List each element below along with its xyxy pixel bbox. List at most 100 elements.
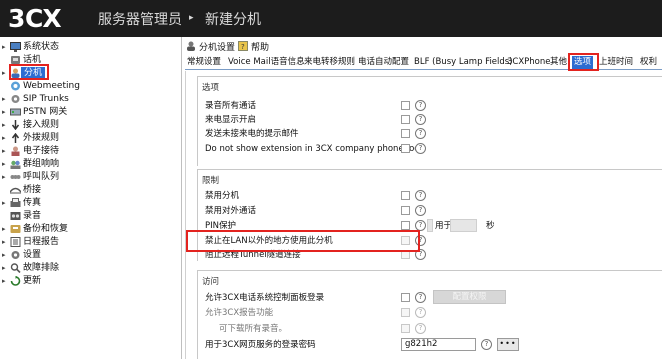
- pin-protection-checkbox[interactable]: [401, 221, 410, 230]
- tab-phone-provisioning[interactable]: 电话自动配置: [358, 56, 409, 69]
- caller-id-checkbox[interactable]: [401, 115, 410, 124]
- expand-arrow-icon[interactable]: ▸: [2, 67, 8, 79]
- help-icon[interactable]: ?: [415, 307, 426, 318]
- inbound-arrow-icon: [11, 120, 20, 130]
- help-icon[interactable]: ?: [415, 292, 426, 303]
- sidebar-item-label: Webmeeting: [23, 81, 80, 91]
- access-label: 可下载所有录音。: [219, 324, 288, 334]
- sidebar-item-webmeeting[interactable]: Webmeeting: [0, 80, 180, 92]
- expand-arrow-icon[interactable]: ▸: [2, 249, 8, 261]
- sidebar-item-label: 录音: [23, 211, 42, 221]
- backup-icon: [10, 225, 21, 233]
- expand-arrow-icon[interactable]: ▸: [2, 93, 8, 105]
- sidebar-item-updates[interactable]: ▸ 更新: [0, 275, 180, 287]
- generate-password-button[interactable]: •••: [497, 338, 519, 351]
- troubleshoot-icon: [10, 263, 21, 273]
- sidebar-item-phones[interactable]: 话机: [0, 54, 180, 66]
- help-icon[interactable]: ?: [415, 323, 426, 334]
- configure-rights-button[interactable]: 配置权限: [433, 290, 506, 304]
- sidebar-item-label: 接入规则: [23, 120, 60, 130]
- help-icon[interactable]: ?: [415, 128, 426, 139]
- missed-call-email-checkbox[interactable]: [401, 129, 410, 138]
- help-icon[interactable]: ?: [415, 143, 426, 154]
- option-record-all-calls: 录音所有通话 ?: [205, 100, 655, 112]
- option-hide-from-phonebook: Do not show extension in 3CX company pho…: [205, 143, 655, 155]
- expand-arrow-icon[interactable]: ▸: [2, 223, 8, 235]
- sidebar-item-bridges[interactable]: 桥接: [0, 184, 180, 196]
- sidebar-item-sip-trunks[interactable]: ▸ SIP Trunks: [0, 93, 180, 105]
- tab-forwarding-rules[interactable]: 来电转移规则: [304, 56, 355, 69]
- download-recordings-checkbox[interactable]: [401, 324, 410, 333]
- reporting-checkbox[interactable]: [401, 308, 410, 317]
- sidebar-item-label: 日程报告: [23, 237, 60, 247]
- sidebar-item-system-status[interactable]: ▸ 系统状态: [0, 41, 180, 53]
- help-icon[interactable]: ?: [415, 114, 426, 125]
- expand-arrow-icon[interactable]: ▸: [2, 145, 8, 157]
- sidebar-item-label: 呼叫队列: [23, 172, 60, 182]
- sidebar-item-extensions[interactable]: ▸ 分机: [0, 67, 180, 79]
- block-tunnel-checkbox[interactable]: [401, 250, 410, 259]
- disable-extension-checkbox[interactable]: [401, 191, 410, 200]
- tab-blf[interactable]: BLF (Busy Lamp Fields): [414, 56, 513, 69]
- help-icon[interactable]: ?: [481, 339, 492, 350]
- tab-other[interactable]: 其他: [550, 56, 567, 69]
- sidebar-item-label: 桥接: [23, 185, 42, 195]
- sidebar-item-outbound-rules[interactable]: ▸ 外拨规则: [0, 132, 180, 144]
- tab-3cxphone[interactable]: 3CXPhone: [507, 56, 551, 69]
- help-icon[interactable]: ?: [415, 205, 426, 216]
- help-icon[interactable]: ?: [415, 249, 426, 260]
- tab-office-hours[interactable]: 上班时间: [599, 56, 633, 69]
- help-icon[interactable]: ?: [415, 235, 426, 246]
- sidebar-item-inbound-rules[interactable]: ▸ 接入规则: [0, 119, 180, 131]
- expand-arrow-icon[interactable]: ▸: [2, 171, 8, 183]
- expand-arrow-icon[interactable]: ▸: [2, 197, 8, 209]
- user-icon: [11, 68, 20, 78]
- expand-arrow-icon[interactable]: ▸: [2, 41, 8, 53]
- record-all-calls-checkbox[interactable]: [401, 101, 410, 110]
- help-icon[interactable]: ?: [415, 190, 426, 201]
- sidebar-item-receptionist[interactable]: ▸ 电子接待: [0, 145, 180, 157]
- expand-arrow-icon[interactable]: ▸: [2, 236, 8, 248]
- management-console-checkbox[interactable]: [401, 293, 410, 302]
- sidebar-item-label: PSTN 网关: [23, 107, 68, 117]
- expand-arrow-icon[interactable]: ▸: [2, 119, 8, 131]
- tab-options[interactable]: 选项: [572, 56, 594, 69]
- sidebar-item-label: 话机: [23, 55, 42, 65]
- tab-voicemail[interactable]: Voice Mail语音信息: [228, 56, 305, 69]
- lan-only-checkbox[interactable]: [401, 236, 410, 245]
- help-icon[interactable]: ?: [415, 100, 426, 111]
- sidebar-item-label: 更新: [23, 276, 42, 286]
- sidebar-item-backup-restore[interactable]: ▸ 备份和恢复: [0, 223, 180, 235]
- access-label: 允许3CX报告功能: [205, 308, 274, 318]
- expand-arrow-icon[interactable]: ▸: [2, 106, 8, 118]
- hide-from-phonebook-checkbox[interactable]: [401, 144, 410, 153]
- header-title: 服务器管理员: [98, 12, 182, 28]
- sidebar-item-label: SIP Trunks: [23, 94, 69, 104]
- restriction-pin-protection: PIN保护 ? 用于 秒: [205, 219, 655, 232]
- tab-rights[interactable]: 权利: [640, 56, 657, 69]
- access-label: 允许3CX电话系统控制面板登录: [205, 293, 325, 303]
- disable-external-calls-checkbox[interactable]: [401, 206, 410, 215]
- sidebar-item-call-queues[interactable]: ▸ 呼叫队列: [0, 171, 180, 183]
- sidebar-item-ring-groups[interactable]: ▸ 群组响响: [0, 158, 180, 170]
- expand-arrow-icon[interactable]: ▸: [2, 275, 8, 287]
- expand-arrow-icon[interactable]: ▸: [2, 262, 8, 274]
- help-icon[interactable]: ?: [415, 220, 426, 231]
- sidebar-item-troubleshooting[interactable]: ▸ 故障排除: [0, 262, 180, 274]
- help-button[interactable]: ? 帮助: [238, 41, 269, 55]
- expand-arrow-icon[interactable]: ▸: [2, 158, 8, 170]
- extension-settings-button[interactable]: 分机设置: [186, 41, 235, 55]
- tab-general[interactable]: 常规设置: [187, 56, 221, 69]
- sidebar-item-scheduled-reports[interactable]: ▸ 日程报告: [0, 236, 180, 248]
- settings-icon: [11, 251, 20, 259]
- access-download-recordings: 可下载所有录音。 ?: [205, 323, 655, 335]
- expand-arrow-icon[interactable]: ▸: [2, 132, 8, 144]
- pin-seconds-input[interactable]: [450, 219, 477, 232]
- sidebar-item-recordings[interactable]: 录音: [0, 210, 180, 222]
- sidebar-item-fax[interactable]: ▸ 传真: [0, 197, 180, 209]
- web-password-input[interactable]: g821h2: [401, 338, 476, 351]
- sidebar-item-pstn-gateway[interactable]: ▸ PSTN 网关: [0, 106, 180, 118]
- sidebar-item-label: 设置: [23, 250, 42, 260]
- 3cx-logo: 3 CX: [6, 4, 80, 32]
- sidebar-item-settings[interactable]: ▸ 设置: [0, 249, 180, 261]
